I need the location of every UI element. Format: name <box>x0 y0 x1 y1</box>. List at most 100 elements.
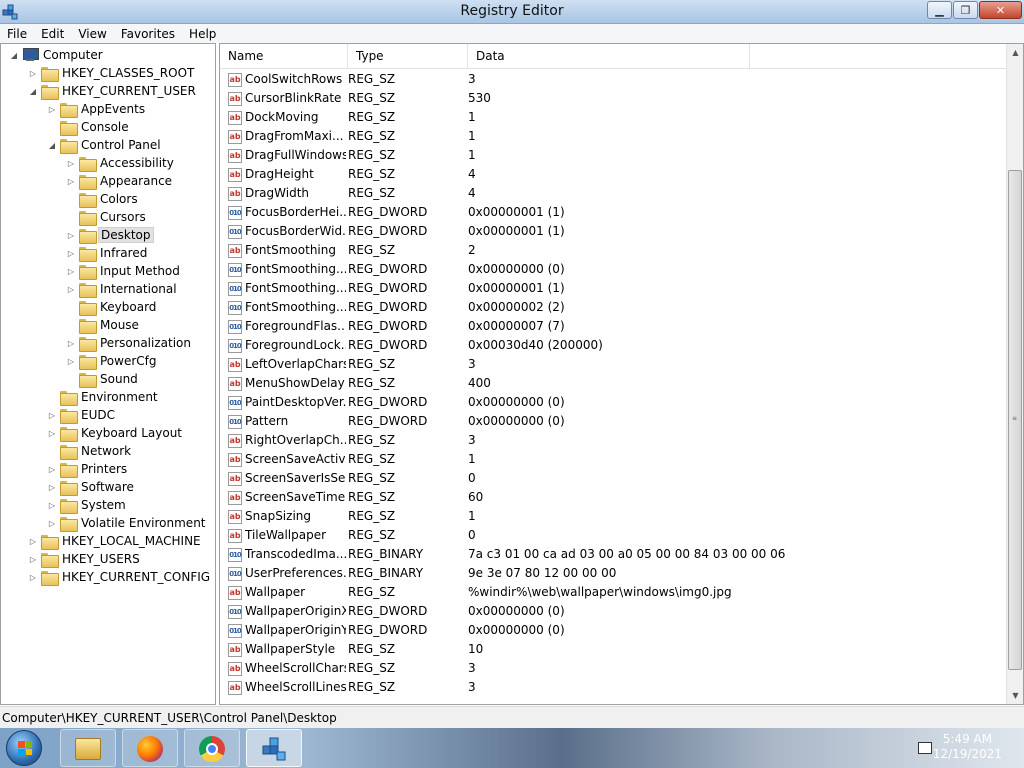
table-row[interactable]: 010 FontSmoothing... REG_DWORD 0x00000000 (… <box>220 260 1006 279</box>
expand-arrow-icon[interactable]: ▷ <box>66 357 76 366</box>
tree-node[interactable]: ▷ Personalization <box>66 334 193 352</box>
tree-node[interactable]: Sound <box>66 370 140 388</box>
table-row[interactable]: 010 FontSmoothing... REG_DWORD 0x00000001 (… <box>220 279 1006 298</box>
tree-node[interactable]: Console <box>47 118 131 136</box>
tree-node[interactable]: ▷ Desktop <box>66 226 154 244</box>
tree-node[interactable]: ▷ System <box>47 496 128 514</box>
start-button[interactable] <box>6 730 42 766</box>
tree-node[interactable]: ▷ HKEY_USERS <box>28 550 142 568</box>
table-row[interactable]: ab DragFromMaxi... REG_SZ 1 <box>220 127 1006 146</box>
tree-node[interactable]: ▷ HKEY_CURRENT_CONFIG <box>28 568 212 586</box>
tree-node[interactable]: Keyboard <box>66 298 158 316</box>
menu-file[interactable]: File <box>0 27 34 41</box>
expand-arrow-icon[interactable]: ▷ <box>28 69 38 78</box>
vertical-scrollbar[interactable]: ▲ ≡ ▼ <box>1006 44 1023 704</box>
scroll-up-button[interactable]: ▲ <box>1007 44 1023 61</box>
table-row[interactable]: 010 FontSmoothing... REG_DWORD 0x00000002 (… <box>220 298 1006 317</box>
taskbar-registry-editor[interactable] <box>246 729 302 767</box>
table-row[interactable]: ab DockMoving REG_SZ 1 <box>220 108 1006 127</box>
expand-arrow-icon[interactable]: ▷ <box>47 429 57 438</box>
table-row[interactable]: ab WallpaperStyle REG_SZ 10 <box>220 640 1006 659</box>
table-row[interactable]: 010 ForegroundLock... REG_DWORD 0x00030d40 … <box>220 336 1006 355</box>
expand-arrow-icon[interactable]: ▷ <box>66 231 76 240</box>
registry-key-tree[interactable]: ◢ Computer ▷ HKEY_CLASSES_ROOT ◢ HKEY_CURRENT… <box>0 43 216 705</box>
table-row[interactable]: ab MenuShowDelay REG_SZ 400 <box>220 374 1006 393</box>
tree-node[interactable]: ▷ HKEY_CLASSES_ROOT <box>28 64 196 82</box>
expand-arrow-icon[interactable]: ▷ <box>28 573 38 582</box>
taskbar-file-explorer[interactable] <box>60 729 116 767</box>
table-row[interactable]: ab TileWallpaper REG_SZ 0 <box>220 526 1006 545</box>
expand-arrow-icon[interactable]: ▷ <box>66 159 76 168</box>
title-bar[interactable]: Registry Editor ▁ ❐ ✕ <box>0 0 1024 24</box>
tree-node[interactable]: ▷ Printers <box>47 460 129 478</box>
collapse-arrow-icon[interactable]: ◢ <box>47 141 57 150</box>
expand-arrow-icon[interactable]: ▷ <box>47 105 57 114</box>
close-button[interactable]: ✕ <box>979 1 1022 19</box>
table-row[interactable]: 010 UserPreferences... REG_BINARY 9e 3e 07 … <box>220 564 1006 583</box>
table-row[interactable]: ab CursorBlinkRate REG_SZ 530 <box>220 89 1006 108</box>
table-row[interactable]: 010 PaintDesktopVer... REG_DWORD 0x00000000… <box>220 393 1006 412</box>
table-row[interactable]: ab DragFullWindows REG_SZ 1 <box>220 146 1006 165</box>
table-row[interactable]: ab RightOverlapCh... REG_SZ 3 <box>220 431 1006 450</box>
scrollbar-thumb[interactable]: ≡ <box>1008 170 1022 670</box>
menu-view[interactable]: View <box>71 27 113 41</box>
table-row[interactable]: ab FontSmoothing REG_SZ 2 <box>220 241 1006 260</box>
tree-node[interactable]: ◢ Computer <box>9 46 105 64</box>
expand-arrow-icon[interactable]: ▷ <box>47 501 57 510</box>
expand-arrow-icon[interactable]: ▷ <box>66 285 76 294</box>
expand-arrow-icon[interactable]: ▷ <box>66 339 76 348</box>
table-row[interactable]: ab LeftOverlapChars REG_SZ 3 <box>220 355 1006 374</box>
tree-node[interactable]: ▷ Accessibility <box>66 154 176 172</box>
table-row[interactable]: 010 Pattern REG_DWORD 0x00000000 (0) <box>220 412 1006 431</box>
tree-node[interactable]: Cursors <box>66 208 148 226</box>
table-row[interactable]: ab WheelScrollLines REG_SZ 3 <box>220 678 1006 697</box>
clock[interactable]: 5:49 AM 12/19/2021 <box>933 732 1002 762</box>
table-row[interactable]: ab DragWidth REG_SZ 4 <box>220 184 1006 203</box>
table-row[interactable]: ab WheelScrollChars REG_SZ 3 <box>220 659 1006 678</box>
collapse-arrow-icon[interactable]: ◢ <box>9 51 19 60</box>
expand-arrow-icon[interactable]: ▷ <box>28 555 38 564</box>
menu-favorites[interactable]: Favorites <box>114 27 182 41</box>
column-header-type[interactable]: Type <box>348 44 468 69</box>
table-row[interactable]: 010 FocusBorderWid... REG_DWORD 0x00000001 … <box>220 222 1006 241</box>
column-header-data[interactable]: Data <box>468 44 750 69</box>
expand-arrow-icon[interactable]: ▷ <box>66 177 76 186</box>
expand-arrow-icon[interactable]: ▷ <box>66 249 76 258</box>
registry-values-list[interactable]: Name Type Data ab CoolSwitchRows REG_SZ 3 ab… <box>219 43 1024 705</box>
expand-arrow-icon[interactable]: ▷ <box>47 411 57 420</box>
table-row[interactable]: ab CoolSwitchRows REG_SZ 3 <box>220 70 1006 89</box>
tree-node[interactable]: Network <box>47 442 133 460</box>
scroll-down-button[interactable]: ▼ <box>1007 687 1023 704</box>
table-row[interactable]: ab ScreenSaveActive REG_SZ 1 <box>220 450 1006 469</box>
table-row[interactable]: 010 TranscodedIma... REG_BINARY 7a c3 01 00… <box>220 545 1006 564</box>
tree-node[interactable]: ◢ HKEY_CURRENT_USER <box>28 82 198 100</box>
tree-node[interactable]: ▷ Volatile Environment <box>47 514 208 532</box>
tree-node[interactable]: ▷ PowerCfg <box>66 352 159 370</box>
tree-node[interactable]: Environment <box>47 388 160 406</box>
table-row[interactable]: ab ScreenSaveTime... REG_SZ 60 <box>220 488 1006 507</box>
tree-node[interactable]: ◢ Control Panel <box>47 136 163 154</box>
expand-arrow-icon[interactable]: ▷ <box>66 267 76 276</box>
maximize-button[interactable]: ❐ <box>953 1 978 19</box>
column-header-name[interactable]: Name <box>220 44 348 69</box>
action-center-flag-icon[interactable] <box>918 742 932 754</box>
tree-node[interactable]: Mouse <box>66 316 141 334</box>
table-row[interactable]: 010 FocusBorderHei... REG_DWORD 0x00000001 … <box>220 203 1006 222</box>
expand-arrow-icon[interactable]: ▷ <box>28 537 38 546</box>
table-row[interactable]: ab SnapSizing REG_SZ 1 <box>220 507 1006 526</box>
menu-help[interactable]: Help <box>182 27 223 41</box>
table-row[interactable]: 010 WallpaperOriginX REG_DWORD 0x00000000 (… <box>220 602 1006 621</box>
tree-node[interactable]: ▷ HKEY_LOCAL_MACHINE <box>28 532 203 550</box>
tree-node[interactable]: ▷ Input Method <box>66 262 182 280</box>
tree-node[interactable]: Colors <box>66 190 140 208</box>
table-row[interactable]: 010 ForegroundFlas... REG_DWORD 0x00000007 … <box>220 317 1006 336</box>
expand-arrow-icon[interactable]: ▷ <box>47 465 57 474</box>
tree-node[interactable]: ▷ EUDC <box>47 406 117 424</box>
table-row[interactable]: 010 WallpaperOriginY REG_DWORD 0x00000000 (… <box>220 621 1006 640</box>
table-row[interactable]: ab ScreenSaverIsSe... REG_SZ 0 <box>220 469 1006 488</box>
taskbar-chrome[interactable] <box>184 729 240 767</box>
table-row[interactable]: ab DragHeight REG_SZ 4 <box>220 165 1006 184</box>
expand-arrow-icon[interactable]: ▷ <box>47 483 57 492</box>
tree-node[interactable]: ▷ AppEvents <box>47 100 147 118</box>
collapse-arrow-icon[interactable]: ◢ <box>28 87 38 96</box>
